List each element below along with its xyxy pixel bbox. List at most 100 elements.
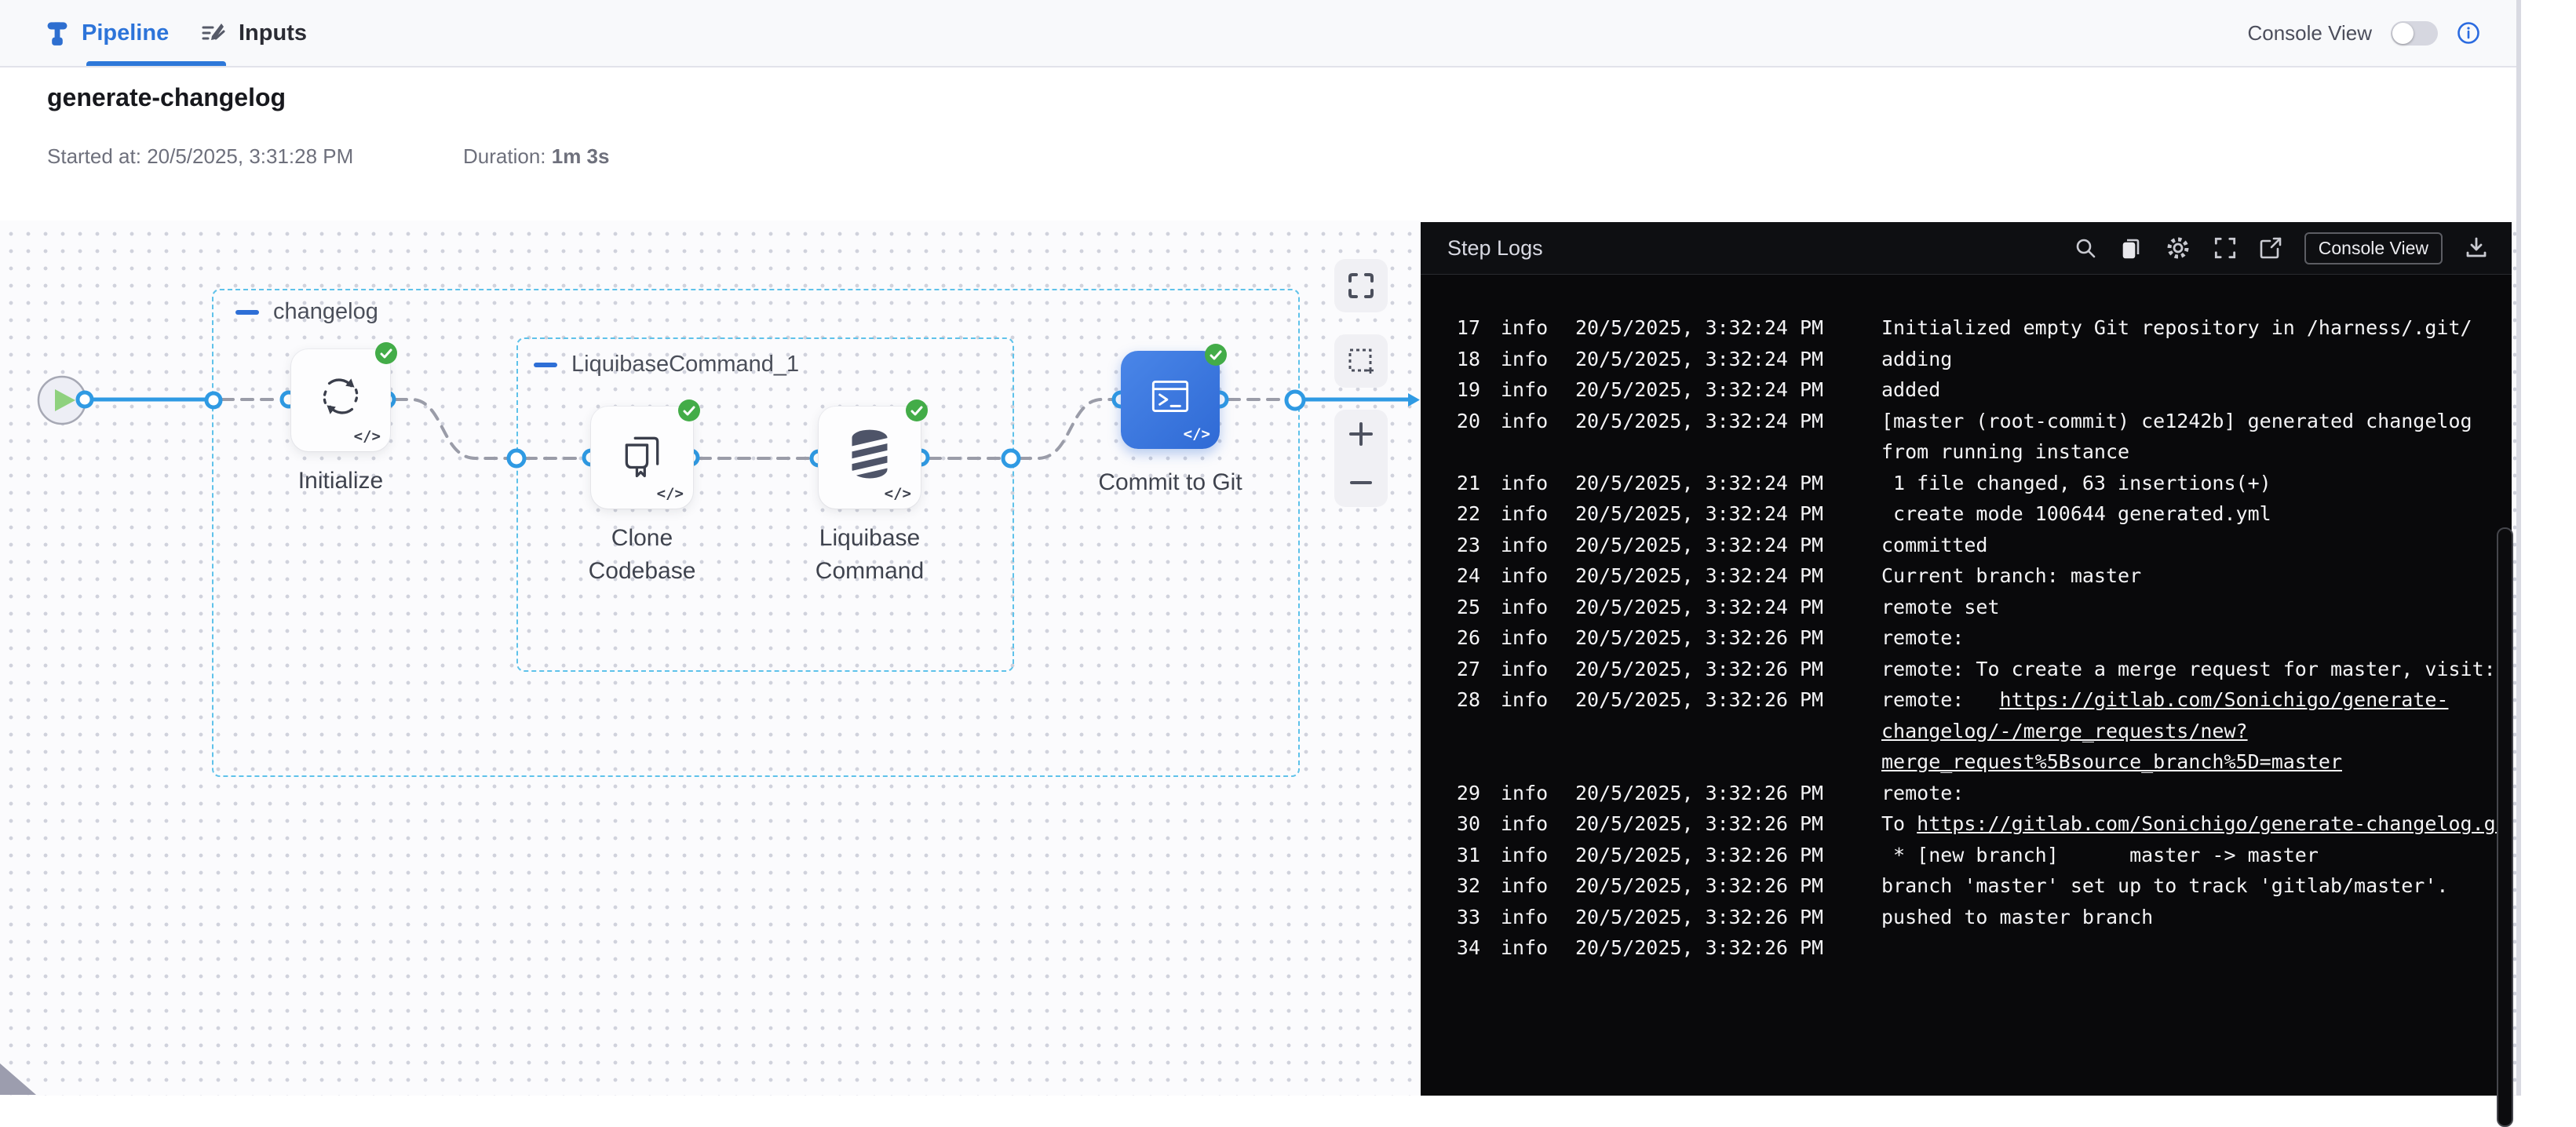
log-row: 27info20/5/2025, 3:32:26 PMremote: To cr… [1421,654,2512,685]
zoom-out-button[interactable] [1334,458,1388,507]
log-link[interactable]: https://gitlab.com/Sonichigo/generate- [2000,688,2449,711]
log-row: 29info20/5/2025, 3:32:26 PMremote: [1421,778,2512,809]
canvas-zoom-control [1334,410,1388,507]
log-timestamp: 20/5/2025, 3:32:24 PM [1575,592,1823,623]
log-text: committed [1881,534,1987,556]
tab-inputs[interactable]: Inputs [201,0,307,66]
log-line-number: 29 [1436,778,1480,809]
log-message: branch 'master' set up to track 'gitlab/… [1881,870,2448,902]
log-text: To [1881,812,1917,835]
pipeline-execution-app: Pipeline Inputs Console View [0,0,2516,1096]
log-row: 26info20/5/2025, 3:32:26 PMremote: [1421,622,2512,654]
step-node-initialize[interactable]: </> [291,349,390,451]
log-row: 22info20/5/2025, 3:32:24 PM create mode … [1421,498,2512,530]
console-view-toggle[interactable] [2391,21,2438,46]
log-message: pushed to master branch [1881,902,2153,933]
log-rows: 17info20/5/2025, 3:32:24 PMInitialized e… [1421,274,2512,1096]
log-text: remote set [1881,596,2000,618]
log-line-number: 18 [1436,344,1480,375]
fullscreen-icon[interactable] [2213,236,2237,260]
log-message: changelog/-/merge_requests/new? [1881,716,2248,747]
log-timestamp: 20/5/2025, 3:32:26 PM [1575,932,1823,964]
log-row: 20info20/5/2025, 3:32:24 PM[master (root… [1421,406,2512,437]
log-message: To https://gitlab.com/Sonichigo/generate… [1881,808,2512,840]
log-row: 19info20/5/2025, 3:32:24 PMadded [1421,374,2512,406]
log-text: * [new branch] master -> master [1881,844,2319,866]
log-text: adding [1881,348,1952,370]
log-level: info [1501,902,1548,933]
right-gutter [2516,0,2576,1096]
log-text: remote: [1881,688,2000,711]
console-view-button[interactable]: Console View [2304,232,2443,264]
log-text: from running instance [1881,440,2129,463]
tab-pipeline[interactable]: Pipeline [46,0,169,66]
log-message: committed [1881,530,1987,561]
log-line-number: 25 [1436,592,1480,623]
log-message: 1 file changed, 63 insertions(+) [1881,468,2271,499]
log-link[interactable]: changelog/-/merge_requests/new? [1881,720,2248,742]
log-timestamp: 20/5/2025, 3:32:26 PM [1575,778,1823,809]
log-message: added [1881,374,1940,406]
terminal-icon [1144,372,1196,421]
log-scrollbar[interactable] [2497,527,2513,1127]
log-level: info [1501,932,1548,964]
log-level: info [1501,344,1548,375]
log-level: info [1501,622,1548,654]
log-row: 25info20/5/2025, 3:32:24 PMremote set [1421,592,2512,623]
success-badge-icon [1205,344,1227,366]
step-node-commit-to-git[interactable]: </> [1121,351,1220,449]
log-line-number: 28 [1436,684,1480,716]
log-timestamp: 20/5/2025, 3:32:26 PM [1575,840,1823,871]
console-view-control: Console View [2247,0,2480,66]
download-icon[interactable] [2465,236,2488,260]
log-message: remote: [1881,778,1964,809]
success-badge-icon [906,399,928,421]
log-level: info [1501,312,1548,344]
log-message: adding [1881,344,1952,375]
copy-icon[interactable] [2119,235,2143,261]
code-icon: </> [885,485,911,502]
log-line-number: 19 [1436,374,1480,406]
log-timestamp: 20/5/2025, 3:32:26 PM [1575,808,1823,840]
log-level: info [1501,684,1548,716]
log-link[interactable]: https://gitlab.com/Sonichigo/generate-ch… [1917,812,2512,835]
log-link[interactable]: merge_request%5Bsource_branch%5D=master [1881,750,2342,773]
info-icon[interactable] [2457,21,2480,45]
log-message: [master (root-commit) ce1242b] generated… [1881,406,2472,437]
canvas-select-button[interactable] [1334,334,1388,388]
log-timestamp: 20/5/2025, 3:32:24 PM [1575,374,1823,406]
log-timestamp: 20/5/2025, 3:32:26 PM [1575,654,1823,685]
started-at: Started at: 20/5/2025, 3:31:28 PM [47,144,353,169]
log-line-number: 30 [1436,808,1480,840]
step-logs-header: Step Logs Console View [1421,222,2512,275]
log-timestamp: 20/5/2025, 3:32:26 PM [1575,902,1823,933]
step-node-liquibase-command[interactable]: </> [819,407,921,509]
log-text: branch 'master' set up to track 'gitlab/… [1881,874,2448,897]
log-timestamp: 20/5/2025, 3:32:24 PM [1575,312,1823,344]
log-level: info [1501,840,1548,871]
log-toolbar: Console View [2074,232,2488,264]
open-in-new-icon[interactable] [2259,236,2282,260]
log-timestamp: 20/5/2025, 3:32:26 PM [1575,684,1823,716]
log-message: remote: [1881,622,1964,654]
log-level: info [1501,560,1548,592]
step-node-clone-codebase[interactable]: </> [591,407,693,509]
success-badge-icon [375,342,397,364]
log-row: 24info20/5/2025, 3:32:24 PMCurrent branc… [1421,560,2512,592]
step-label-liquibase-command: Liquibase Command [791,522,948,588]
log-line-number: 32 [1436,870,1480,902]
tab-pipeline-label: Pipeline [82,20,169,46]
started-label: Started at: [47,144,141,168]
log-text: create mode 100644 generated.yml [1881,502,2271,525]
marquee-select-icon [1346,346,1376,376]
search-icon[interactable] [2074,236,2097,260]
console-view-label: Console View [2247,21,2372,46]
zoom-in-button[interactable] [1334,410,1388,458]
canvas-expand-button[interactable] [1334,259,1388,312]
log-text: remote: [1881,782,1964,804]
settings-icon[interactable] [2165,235,2191,261]
fullscreen-icon [1347,272,1375,300]
log-message: * [new branch] master -> master [1881,840,2319,871]
log-line-number: 34 [1436,932,1480,964]
step-label-clone-codebase: Clone Codebase [564,522,721,588]
